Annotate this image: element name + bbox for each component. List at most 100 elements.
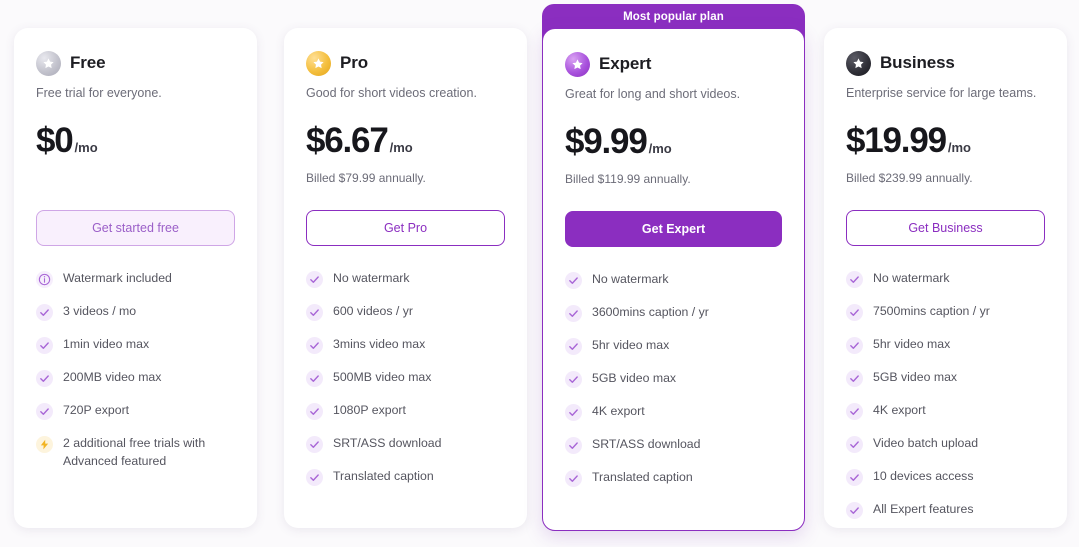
feature-item: 600 videos / yr [306,303,505,322]
bolt-icon [36,436,53,454]
feature-item: No watermark [846,270,1045,289]
feature-label: 5hr video max [873,337,951,352]
feature-item: Translated caption [565,469,782,488]
feature-item: 4K export [846,402,1045,421]
cta-button-expert[interactable]: Get Expert [565,211,782,248]
feature-item: 1080P export [306,402,505,421]
feature-label: 5hr video max [592,338,670,353]
price-period: /mo [947,140,971,156]
feature-item: Translated caption [306,468,505,487]
star-badge-icon [846,50,871,76]
plan-card-free: Free Free trial for everyone. $0/mo Get sta… [14,28,257,528]
check-icon [36,337,53,355]
check-icon [846,337,863,355]
feature-label: 3mins video max [333,337,426,352]
check-icon [306,337,323,355]
feature-label: SRT/ASS download [333,436,442,451]
feature-item: 10 devices access [846,468,1045,487]
cta-button-free[interactable]: Get started free [36,210,235,247]
feature-list-business: No watermark 7500mins caption / yr 5hr vid… [846,270,1045,520]
check-icon [306,436,323,454]
plan-tagline: Great for long and short videos. [565,87,741,101]
feature-label: No watermark [592,272,669,287]
feature-item: 3600mins caption / yr [565,304,782,323]
feature-list-expert: No watermark 3600mins caption / yr 5hr vid… [565,271,782,488]
star-badge-icon [36,50,61,76]
check-icon [36,370,53,388]
check-icon [36,304,53,322]
plan-card-business: Business Enterprise service for large tea… [824,28,1067,528]
check-icon [565,338,582,356]
billed-note: Billed $239.99 annually. [846,171,973,186]
check-icon [306,304,323,322]
check-icon [846,403,863,421]
feature-label: SRT/ASS download [592,437,701,452]
feature-item: 5GB video max [846,369,1045,388]
feature-item: All Expert features [846,501,1045,520]
cta-button-business[interactable]: Get Business [846,210,1045,247]
star-badge-icon [306,50,331,76]
pricing-plans-row: Free Free trial for everyone. $0/mo Get sta… [0,0,1079,547]
feature-item: SRT/ASS download [565,436,782,455]
price-amount: $19.99 [846,121,947,161]
plan-header-free: Free [36,50,235,76]
feature-label: 4K export [592,404,645,419]
plan-card-expert: Expert Great for long and short videos. $9… [542,28,805,531]
feature-item: No watermark [565,271,782,290]
feature-label: 1min video max [63,337,150,352]
price-amount: $6.67 [306,121,389,161]
plan-name: Pro [340,53,369,72]
feature-label: 600 videos / yr [333,304,413,319]
check-icon [306,271,323,289]
plan-column-pro: Pro Good for short videos creation. $6.67/… [270,0,540,547]
plan-header-pro: Pro [306,50,505,76]
check-icon [565,437,582,455]
feature-label: 2 additional free trials with Advanced f… [63,436,206,468]
feature-label: Watermark included [63,271,172,286]
feature-label: 4K export [873,403,926,418]
check-icon [846,370,863,388]
check-icon [846,436,863,454]
feature-item: 500MB video max [306,369,505,388]
feature-item: 720P export [36,402,235,421]
feature-item: 5hr video max [565,337,782,356]
cta-button-pro[interactable]: Get Pro [306,210,505,247]
check-icon [846,469,863,487]
plan-column-free: Free Free trial for everyone. $0/mo Get sta… [0,0,270,547]
price-amount: $9.99 [565,122,648,162]
feature-label: 7500mins caption / yr [873,304,990,319]
plan-column-business: Business Enterprise service for large tea… [810,0,1079,547]
feature-item: Video batch upload [846,435,1045,454]
feature-item: No watermark [306,270,505,289]
feature-label: 10 devices access [873,469,974,484]
feature-label: 200MB video max [63,370,162,385]
feature-list-pro: No watermark 600 videos / yr 3mins video m… [306,270,505,487]
check-icon [565,272,582,290]
feature-list-free: Watermark included 3 videos / mo 1min vide… [36,270,235,470]
feature-label: 5GB video max [592,371,677,386]
feature-label: 3 videos / mo [63,304,137,319]
plan-header-business: Business [846,50,1045,76]
price-period: /mo [74,140,98,156]
check-icon [565,404,582,422]
plan-tagline: Good for short videos creation. [306,86,477,100]
plan-price: $9.99/mo [565,124,782,164]
plan-price: $0/mo [36,123,235,163]
price-amount: $0 [36,121,74,161]
check-icon [846,271,863,289]
billed-note: Billed $79.99 annually. [306,171,426,186]
feature-item: 7500mins caption / yr [846,303,1045,322]
check-icon [36,403,53,421]
feature-item: 3mins video max [306,336,505,355]
plan-name: Business [880,53,955,72]
feature-label: Translated caption [592,470,693,485]
plan-tagline: Enterprise service for large teams. [846,86,1037,100]
billed-note: Billed $119.99 annually. [565,172,691,187]
feature-item: Watermark included [36,270,235,289]
check-icon [306,370,323,388]
plan-tagline: Free trial for everyone. [36,86,162,100]
plan-header-expert: Expert [565,51,782,77]
check-icon [846,304,863,322]
feature-item: SRT/ASS download [306,435,505,454]
feature-item: 2 additional free trials with Advanced f… [36,435,235,470]
